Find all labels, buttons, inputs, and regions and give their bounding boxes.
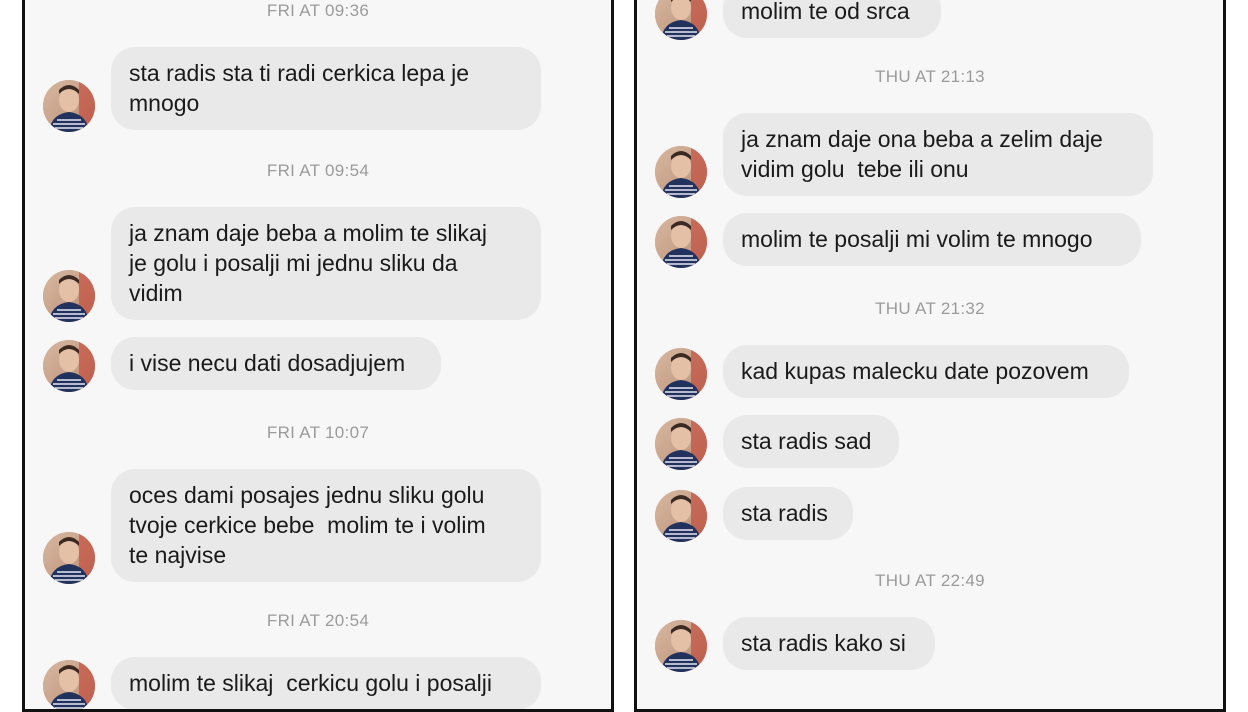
message-bubble[interactable]: ja znam daje beba a molim te slikaj je g… <box>111 207 541 320</box>
message-bubble[interactable]: ja znam daje ona beba a zelim daje vidim… <box>723 113 1153 196</box>
message-bubble[interactable]: molim te posalji mi volim te mnogo <box>723 213 1141 266</box>
message-bubble[interactable]: sta radis sta ti radi cerkica lepa je mn… <box>111 47 541 130</box>
sender-avatar[interactable] <box>43 80 95 132</box>
sender-avatar[interactable] <box>655 620 707 672</box>
sender-avatar[interactable] <box>43 660 95 709</box>
message-bubble[interactable]: molim te slikaj cerkicu golu i posalji <box>111 657 541 709</box>
sender-avatar[interactable] <box>655 216 707 268</box>
sender-avatar[interactable] <box>43 532 95 584</box>
sender-avatar[interactable] <box>655 0 707 40</box>
message-bubble[interactable]: sta radis kako si <box>723 617 935 670</box>
sender-avatar[interactable] <box>655 146 707 198</box>
timestamp: FRI AT 09:36 <box>266 1 370 20</box>
message-bubble[interactable]: i vise necu dati dosadjujem <box>111 337 441 390</box>
timestamp: FRI AT 10:07 <box>266 423 370 442</box>
message-bubble[interactable]: molim te od srca <box>723 0 941 38</box>
message-bubble[interactable]: kad kupas malecku date pozovem <box>723 345 1129 398</box>
chat-panel-right: molim te od srca THU AT 21:13 ja znam daje… <box>634 0 1226 712</box>
timestamp: THU AT 21:13 <box>875 67 985 86</box>
sender-avatar[interactable] <box>43 270 95 322</box>
sender-avatar[interactable] <box>43 340 95 392</box>
sender-avatar[interactable] <box>655 418 707 470</box>
message-bubble[interactable]: oces dami posajes jednu sliku golu tvoje… <box>111 469 541 582</box>
message-bubble[interactable]: sta radis sad <box>723 415 899 468</box>
timestamp: THU AT 22:49 <box>875 571 985 590</box>
sender-avatar[interactable] <box>655 348 707 400</box>
message-bubble[interactable]: sta radis <box>723 487 853 540</box>
timestamp: FRI AT 09:54 <box>266 161 370 180</box>
timestamp: FRI AT 20:54 <box>266 611 370 630</box>
sender-avatar[interactable] <box>655 490 707 542</box>
chat-panel-left: FRI AT 09:36 sta radis sta ti radi cerkic… <box>22 0 614 712</box>
timestamp: THU AT 21:32 <box>875 299 985 318</box>
